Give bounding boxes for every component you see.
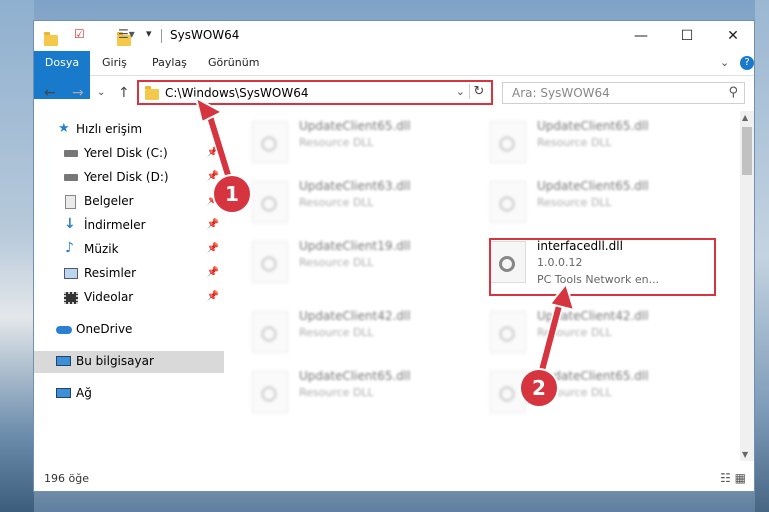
callout-step-1: 1 bbox=[212, 174, 252, 214]
arrow-2 bbox=[535, 281, 576, 380]
annotation-arrows bbox=[194, 96, 576, 380]
callout-step-2: 2 bbox=[519, 368, 559, 408]
